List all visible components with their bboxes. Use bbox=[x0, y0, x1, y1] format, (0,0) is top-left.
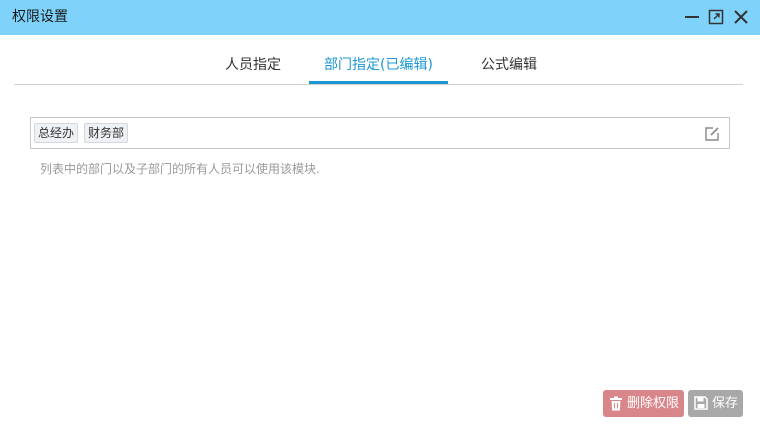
delete-button-label: 删除权限 bbox=[627, 396, 680, 411]
maximize-icon[interactable] bbox=[708, 9, 724, 25]
hint-text: 列表中的部门以及子部门的所有人员可以使用该模块. bbox=[40, 162, 320, 176]
save-button[interactable]: 保存 bbox=[688, 390, 743, 417]
edit-icon[interactable] bbox=[704, 126, 720, 142]
tab-person[interactable]: 人员指定 bbox=[210, 50, 296, 84]
tab-bar: 人员指定 部门指定(已编辑) 公式编辑 bbox=[14, 50, 743, 85]
tab-formula[interactable]: 公式编辑 bbox=[466, 50, 552, 84]
trash-icon bbox=[610, 396, 622, 411]
window-title: 权限设置 bbox=[12, 9, 68, 25]
department-selector[interactable]: 总经办 财务部 bbox=[30, 117, 730, 149]
tab-department[interactable]: 部门指定(已编辑) bbox=[309, 50, 448, 84]
close-icon[interactable] bbox=[733, 9, 749, 25]
minimize-icon[interactable] bbox=[684, 9, 700, 25]
save-button-label: 保存 bbox=[712, 396, 739, 411]
delete-permission-button[interactable]: 删除权限 bbox=[603, 390, 684, 417]
window-titlebar: 权限设置 bbox=[0, 0, 760, 35]
department-tag[interactable]: 财务部 bbox=[84, 123, 129, 143]
department-tag[interactable]: 总经办 bbox=[34, 123, 79, 143]
save-icon bbox=[694, 396, 708, 410]
